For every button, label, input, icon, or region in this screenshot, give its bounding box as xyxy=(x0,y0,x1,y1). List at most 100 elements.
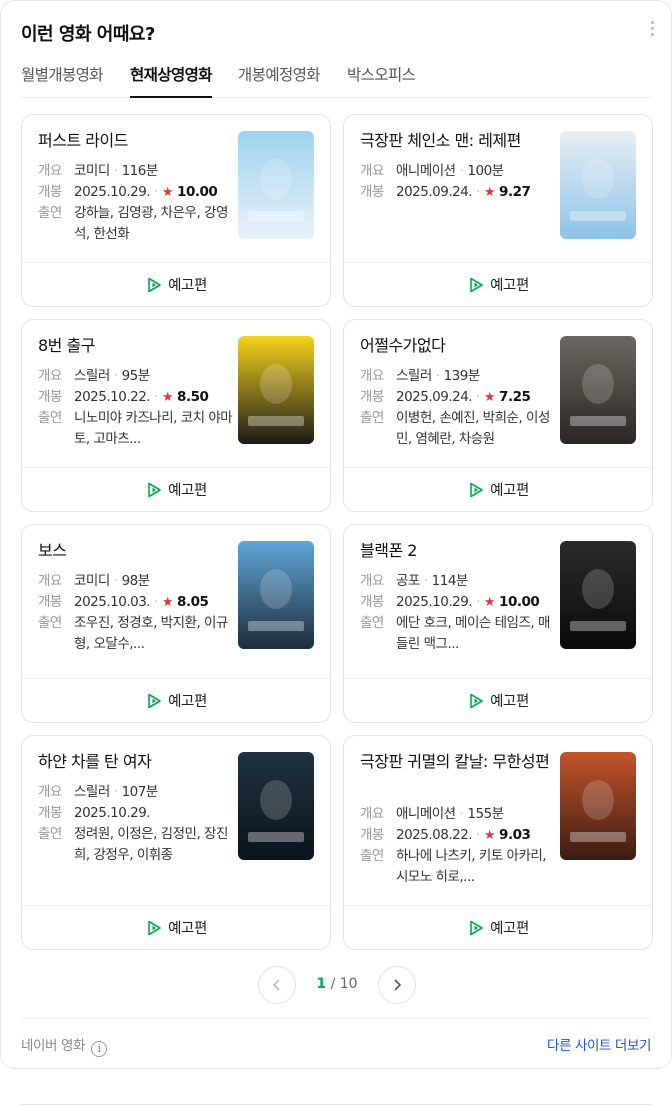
cast-row: 출연 하나에 나츠키, 키토 아카리, 시모노 히로,... xyxy=(360,846,560,888)
movie-poster[interactable] xyxy=(238,752,314,860)
movie-meta: 개요 스릴러 · 95분 개봉 2025.10.22. · ★ 8.50 출연 니노미야 카즈나리,… xyxy=(38,366,238,450)
movie-runtime: 114분 xyxy=(431,573,469,589)
page-indicator: 1 / 10 xyxy=(301,976,373,992)
movie-card[interactable]: 8번 출구 개요 스릴러 · 95분 개봉 2025.10.22. · ★ 8.50 출연 니노미야 … xyxy=(21,319,331,512)
overview-label: 개요 xyxy=(360,573,384,589)
trailer-button[interactable]: 예고편 xyxy=(22,467,330,511)
cast-label: 출연 xyxy=(38,205,62,221)
movie-meta: 개요 공포 · 114분 개봉 2025.10.29. · ★ 10.00 출연 에단 호크, 메이… xyxy=(360,571,560,655)
release-row: 개봉 2025.10.29. · ★ 10.00 xyxy=(38,182,238,203)
trailer-button[interactable]: 예고편 xyxy=(22,678,330,722)
movie-poster[interactable] xyxy=(238,131,314,239)
more-options-icon[interactable] xyxy=(649,21,655,39)
cast-row: 출연 강하늘, 김영광, 차은우, 강영석, 한선화 xyxy=(38,203,238,245)
movie-rating: 10.00 xyxy=(177,184,218,200)
overview-row: 개요 스릴러 · 95분 xyxy=(38,366,238,387)
movie-card[interactable]: 어쩔수가없다개요 스릴러 · 139분 개봉 2025.09.24. · ★ 7.25 출연 이병헌… xyxy=(343,319,653,512)
movie-card[interactable]: 보스 개요 코미디 · 98분 개봉 2025.10.03. · ★ 8.05 출연 조우진, 정경호… xyxy=(21,524,331,723)
movie-card[interactable]: 블랙폰 2 개요 공포 · 114분 개봉 2025.10.29. · ★ 10.00 출연 에단 호… xyxy=(343,524,653,723)
tab-box-office[interactable]: 박스오피스 xyxy=(347,63,416,98)
trailer-button[interactable]: 예고편 xyxy=(22,262,330,306)
tab-monthly-release[interactable]: 월별개봉영화 xyxy=(21,63,104,98)
play-icon xyxy=(148,277,161,292)
footer: 네이버 영화 i 다른 사이트 더보기 xyxy=(21,1018,651,1068)
info-icon[interactable]: i xyxy=(91,1041,107,1057)
movie-title[interactable]: 블랙폰 2 xyxy=(360,540,550,562)
release-date: 2025.10.03. xyxy=(74,594,151,610)
poster-image xyxy=(238,131,314,239)
trailer-button[interactable]: 예고편 xyxy=(344,678,652,722)
source-text: 네이버 영화 xyxy=(21,1038,85,1054)
prev-page-button[interactable] xyxy=(258,966,296,1004)
movie-title[interactable]: 퍼스트 라이드 xyxy=(38,130,228,152)
star-icon: ★ xyxy=(483,595,496,610)
release-label: 개봉 xyxy=(360,827,384,843)
poster-image xyxy=(238,336,314,444)
chevron-left-icon xyxy=(272,979,280,991)
movie-poster[interactable] xyxy=(560,541,636,649)
movie-runtime: 155분 xyxy=(467,806,504,822)
star-icon: ★ xyxy=(161,185,174,200)
movie-runtime: 100분 xyxy=(467,163,504,179)
trailer-label: 예고편 xyxy=(490,694,529,710)
trailer-button[interactable]: 예고편 xyxy=(344,905,652,949)
tab-bar: 월별개봉영화 현재상영영화 개봉예정영화 박스오피스 xyxy=(21,61,651,98)
overview-label: 개요 xyxy=(38,784,62,800)
release-label: 개봉 xyxy=(360,594,384,610)
release-date: 2025.10.22. xyxy=(74,389,151,405)
trailer-button[interactable]: 예고편 xyxy=(22,905,330,949)
cast-label: 출연 xyxy=(38,410,62,426)
trailer-label: 예고편 xyxy=(168,694,207,710)
poster-image xyxy=(560,541,636,649)
release-label: 개봉 xyxy=(38,805,62,821)
movie-card[interactable]: 극장판 체인소 맨: 레제편 개요 애니메이션 · 100분 개봉 2025.09.24. ·… xyxy=(343,114,653,307)
more-sites-link[interactable]: 다른 사이트 더보기 xyxy=(547,1034,651,1054)
movie-poster[interactable] xyxy=(560,752,636,860)
movie-poster[interactable] xyxy=(238,541,314,649)
movie-rating: 10.00 xyxy=(499,594,540,610)
total-pages: 10 xyxy=(339,976,358,992)
movie-title[interactable]: 하얀 차를 탄 여자 xyxy=(38,751,228,773)
next-page-button[interactable] xyxy=(378,966,416,1004)
section-title: 이런 영화 어때요? xyxy=(21,24,155,45)
pagination: 1 / 10 xyxy=(1,966,671,1004)
trailer-button[interactable]: 예고편 xyxy=(344,262,652,306)
overview-label: 개요 xyxy=(38,368,62,384)
overview-row: 개요 스릴러 · 139분 xyxy=(360,366,560,387)
movie-title[interactable]: 극장판 귀멸의 칼날: 무한성편 xyxy=(360,751,550,773)
release-label: 개봉 xyxy=(38,184,62,200)
movie-genre: 코미디 xyxy=(74,163,110,179)
poster-image xyxy=(560,131,636,239)
movie-title[interactable]: 어쩔수가없다 xyxy=(360,335,550,357)
cast-label: 출연 xyxy=(360,848,384,864)
star-icon: ★ xyxy=(161,595,174,610)
cast-row: 출연 이병헌, 손예진, 박희순, 이성민, 염혜란, 차승원 xyxy=(360,408,560,450)
trailer-button[interactable]: 예고편 xyxy=(344,467,652,511)
release-row: 개봉 2025.09.24. · ★ 7.25 xyxy=(360,387,560,408)
movie-title[interactable]: 8번 출구 xyxy=(38,335,228,357)
movie-poster[interactable] xyxy=(560,336,636,444)
movie-card[interactable]: 퍼스트 라이드 개요 코미디 · 116분 개봉 2025.10.29. · ★ 10.00 출연 강… xyxy=(21,114,331,307)
tab-now-showing[interactable]: 현재상영영화 xyxy=(130,63,213,98)
trailer-label: 예고편 xyxy=(490,921,529,937)
overview-row: 개요 애니메이션 · 155분 xyxy=(360,804,560,825)
poster-image xyxy=(238,541,314,649)
tab-upcoming[interactable]: 개봉예정영화 xyxy=(238,63,321,98)
movie-poster[interactable] xyxy=(238,336,314,444)
overview-row: 개요 코미디 · 98분 xyxy=(38,571,238,592)
movie-runtime: 107분 xyxy=(121,784,159,800)
cast-row: 출연 정려원, 이정은, 김정민, 장진희, 강정우, 이휘종 xyxy=(38,824,238,866)
movie-runtime: 116분 xyxy=(121,163,159,179)
movie-title[interactable]: 보스 xyxy=(38,540,228,562)
release-date: 2025.09.24. xyxy=(396,389,473,405)
movie-cast: 이병헌, 손예진, 박희순, 이성민, 염혜란, 차승원 xyxy=(396,410,550,447)
release-row: 개봉 2025.10.22. · ★ 8.50 xyxy=(38,387,238,408)
movie-card[interactable]: 극장판 귀멸의 칼날: 무한성편개요 애니메이션 · 155분개봉 2025.08.22… xyxy=(343,735,653,950)
movie-title[interactable]: 극장판 체인소 맨: 레제편 xyxy=(360,130,550,152)
poster-image xyxy=(238,752,314,860)
movie-poster[interactable] xyxy=(560,131,636,239)
movie-rating: 8.50 xyxy=(177,389,209,405)
movie-card[interactable]: 하얀 차를 탄 여자 개요 스릴러 · 107분 개봉 2025.10.29. 출연 정려원, … xyxy=(21,735,331,950)
release-date: 2025.08.22. xyxy=(396,827,473,843)
movie-rating: 7.25 xyxy=(499,389,531,405)
